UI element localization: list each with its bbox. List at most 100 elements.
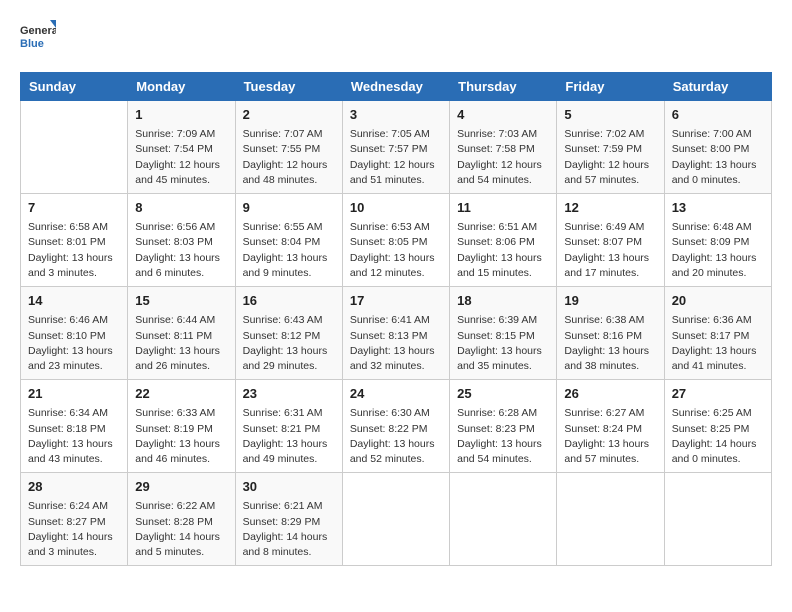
calendar-cell: 26Sunrise: 6:27 AM Sunset: 8:24 PM Dayli…: [557, 380, 664, 473]
day-info: Sunrise: 6:22 AM Sunset: 8:28 PM Dayligh…: [135, 499, 227, 560]
calendar-cell: 8Sunrise: 6:56 AM Sunset: 8:03 PM Daylig…: [128, 194, 235, 287]
calendar-cell: 10Sunrise: 6:53 AM Sunset: 8:05 PM Dayli…: [342, 194, 449, 287]
day-number: 30: [243, 478, 335, 496]
day-number: 25: [457, 385, 549, 403]
calendar-cell: 18 Sunrise: 6:39 AM Sunset: 8:15 PM Dayli…: [450, 287, 557, 380]
day-number: 9: [243, 199, 335, 217]
svg-text:Blue: Blue: [20, 38, 44, 50]
day-number: 13: [672, 199, 764, 217]
day-number: 16: [243, 292, 335, 310]
day-number: 29: [135, 478, 227, 496]
calendar-cell: 19 Sunrise: 6:38 AM Sunset: 8:16 PM Dayli…: [557, 287, 664, 380]
column-header-monday: Monday: [128, 73, 235, 101]
column-header-tuesday: Tuesday: [235, 73, 342, 101]
calendar-cell: 5Sunrise: 7:02 AM Sunset: 7:59 PM Daylig…: [557, 101, 664, 194]
calendar-cell: 4Sunrise: 7:03 AM Sunset: 7:58 PM Daylig…: [450, 101, 557, 194]
day-info: Sunrise: 6:41 AM Sunset: 8:13 PM Dayligh…: [350, 313, 442, 374]
calendar-cell: 3 Sunrise: 7:05 AM Sunset: 7:57 PM Daylig…: [342, 101, 449, 194]
day-info: Sunrise: 6:30 AM Sunset: 8:22 PM Dayligh…: [350, 406, 442, 467]
calendar-week-row: 21 Sunrise: 6:34 AM Sunset: 8:18 PM Dayli…: [21, 380, 772, 473]
day-info: Sunrise: 6:48 AM Sunset: 8:09 PM Dayligh…: [672, 220, 764, 281]
day-number: 6: [672, 106, 764, 124]
day-number: 24: [350, 385, 442, 403]
calendar-cell: 24 Sunrise: 6:30 AM Sunset: 8:22 PM Dayli…: [342, 380, 449, 473]
column-header-wednesday: Wednesday: [342, 73, 449, 101]
day-number: 28: [28, 478, 120, 496]
calendar-cell: 29 Sunrise: 6:22 AM Sunset: 8:28 PM Dayli…: [128, 473, 235, 566]
day-number: 26: [564, 385, 656, 403]
day-info: Sunrise: 6:24 AM Sunset: 8:27 PM Dayligh…: [28, 499, 120, 560]
calendar-cell: 9 Sunrise: 6:55 AM Sunset: 8:04 PM Daylig…: [235, 194, 342, 287]
calendar-cell: 28 Sunrise: 6:24 AM Sunset: 8:27 PM Dayli…: [21, 473, 128, 566]
calendar-cell: 27 Sunrise: 6:25 AM Sunset: 8:25 PM Dayli…: [664, 380, 771, 473]
day-info: Sunrise: 6:39 AM Sunset: 8:15 PM Dayligh…: [457, 313, 549, 374]
calendar-week-row: 7 Sunrise: 6:58 AM Sunset: 8:01 PM Daylig…: [21, 194, 772, 287]
day-info: Sunrise: 6:51 AM Sunset: 8:06 PM Dayligh…: [457, 220, 549, 281]
day-info: Sunrise: 6:53 AM Sunset: 8:05 PM Dayligh…: [350, 220, 442, 281]
column-header-thursday: Thursday: [450, 73, 557, 101]
calendar-cell: 25 Sunrise: 6:28 AM Sunset: 8:23 PM Dayli…: [450, 380, 557, 473]
logo-svg: General Blue: [20, 20, 56, 56]
day-info: Sunrise: 6:36 AM Sunset: 8:17 PM Dayligh…: [672, 313, 764, 374]
calendar-cell: 13 Sunrise: 6:48 AM Sunset: 8:09 PM Dayli…: [664, 194, 771, 287]
calendar-cell: [557, 473, 664, 566]
calendar-cell: 17 Sunrise: 6:41 AM Sunset: 8:13 PM Dayli…: [342, 287, 449, 380]
day-number: 20: [672, 292, 764, 310]
calendar-cell: 30 Sunrise: 6:21 AM Sunset: 8:29 PM Dayli…: [235, 473, 342, 566]
calendar-header-row: SundayMondayTuesdayWednesdayThursdayFrid…: [21, 73, 772, 101]
calendar-cell: [21, 101, 128, 194]
calendar-week-row: 1Sunrise: 7:09 AM Sunset: 7:54 PM Daylig…: [21, 101, 772, 194]
day-info: Sunrise: 6:33 AM Sunset: 8:19 PM Dayligh…: [135, 406, 227, 467]
calendar-cell: 22Sunrise: 6:33 AM Sunset: 8:19 PM Dayli…: [128, 380, 235, 473]
day-info: Sunrise: 6:34 AM Sunset: 8:18 PM Dayligh…: [28, 406, 120, 467]
day-info: Sunrise: 7:05 AM Sunset: 7:57 PM Dayligh…: [350, 127, 442, 188]
day-number: 27: [672, 385, 764, 403]
calendar-cell: [450, 473, 557, 566]
day-info: Sunrise: 7:00 AM Sunset: 8:00 PM Dayligh…: [672, 127, 764, 188]
day-info: Sunrise: 6:21 AM Sunset: 8:29 PM Dayligh…: [243, 499, 335, 560]
day-number: 2: [243, 106, 335, 124]
calendar-week-row: 14Sunrise: 6:46 AM Sunset: 8:10 PM Dayli…: [21, 287, 772, 380]
day-number: 17: [350, 292, 442, 310]
day-number: 4: [457, 106, 549, 124]
column-header-saturday: Saturday: [664, 73, 771, 101]
day-number: 19: [564, 292, 656, 310]
day-number: 3: [350, 106, 442, 124]
svg-text:General: General: [20, 25, 56, 37]
day-info: Sunrise: 6:58 AM Sunset: 8:01 PM Dayligh…: [28, 220, 120, 281]
calendar-cell: 20 Sunrise: 6:36 AM Sunset: 8:17 PM Dayli…: [664, 287, 771, 380]
day-info: Sunrise: 6:25 AM Sunset: 8:25 PM Dayligh…: [672, 406, 764, 467]
calendar-cell: 16Sunrise: 6:43 AM Sunset: 8:12 PM Dayli…: [235, 287, 342, 380]
day-info: Sunrise: 7:09 AM Sunset: 7:54 PM Dayligh…: [135, 127, 227, 188]
calendar-week-row: 28 Sunrise: 6:24 AM Sunset: 8:27 PM Dayli…: [21, 473, 772, 566]
day-info: Sunrise: 6:49 AM Sunset: 8:07 PM Dayligh…: [564, 220, 656, 281]
calendar-cell: 15Sunrise: 6:44 AM Sunset: 8:11 PM Dayli…: [128, 287, 235, 380]
day-info: Sunrise: 6:55 AM Sunset: 8:04 PM Dayligh…: [243, 220, 335, 281]
column-header-friday: Friday: [557, 73, 664, 101]
calendar-cell: 12 Sunrise: 6:49 AM Sunset: 8:07 PM Dayli…: [557, 194, 664, 287]
calendar-cell: 2 Sunrise: 7:07 AM Sunset: 7:55 PM Daylig…: [235, 101, 342, 194]
calendar-cell: 11 Sunrise: 6:51 AM Sunset: 8:06 PM Dayli…: [450, 194, 557, 287]
column-header-sunday: Sunday: [21, 73, 128, 101]
day-number: 14: [28, 292, 120, 310]
day-number: 18: [457, 292, 549, 310]
calendar-cell: [664, 473, 771, 566]
day-number: 8: [135, 199, 227, 217]
calendar-cell: 1Sunrise: 7:09 AM Sunset: 7:54 PM Daylig…: [128, 101, 235, 194]
day-number: 23: [243, 385, 335, 403]
logo: General Blue: [20, 20, 56, 56]
day-info: Sunrise: 6:28 AM Sunset: 8:23 PM Dayligh…: [457, 406, 549, 467]
calendar-cell: 14Sunrise: 6:46 AM Sunset: 8:10 PM Dayli…: [21, 287, 128, 380]
calendar-cell: 21 Sunrise: 6:34 AM Sunset: 8:18 PM Dayli…: [21, 380, 128, 473]
day-number: 11: [457, 199, 549, 217]
calendar-cell: 23Sunrise: 6:31 AM Sunset: 8:21 PM Dayli…: [235, 380, 342, 473]
day-number: 7: [28, 199, 120, 217]
day-number: 12: [564, 199, 656, 217]
day-info: Sunrise: 6:38 AM Sunset: 8:16 PM Dayligh…: [564, 313, 656, 374]
day-info: Sunrise: 7:02 AM Sunset: 7:59 PM Dayligh…: [564, 127, 656, 188]
calendar-cell: 7 Sunrise: 6:58 AM Sunset: 8:01 PM Daylig…: [21, 194, 128, 287]
day-info: Sunrise: 7:07 AM Sunset: 7:55 PM Dayligh…: [243, 127, 335, 188]
day-info: Sunrise: 6:44 AM Sunset: 8:11 PM Dayligh…: [135, 313, 227, 374]
calendar-cell: 6 Sunrise: 7:00 AM Sunset: 8:00 PM Daylig…: [664, 101, 771, 194]
day-number: 21: [28, 385, 120, 403]
